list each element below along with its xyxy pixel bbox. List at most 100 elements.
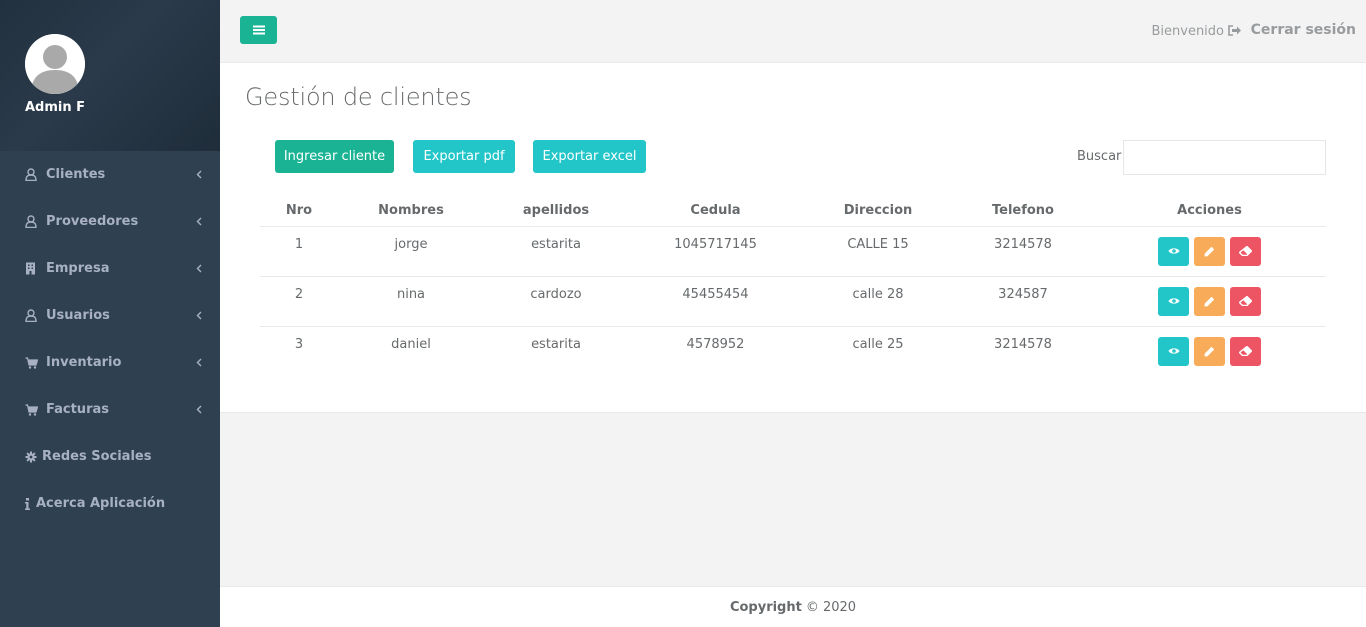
sidebar-item-label: Acerca Aplicación xyxy=(36,496,166,511)
sidebar-item-empresa[interactable]: Empresa xyxy=(0,245,220,292)
search-label: Buscar xyxy=(1077,149,1122,164)
sidebar: Admin F Clientes Proveedores Empresa Usu… xyxy=(0,0,220,627)
sidebar-item-usuarios[interactable]: Usuarios xyxy=(0,292,220,339)
delete-button[interactable] xyxy=(1230,286,1261,316)
chevron-left-icon xyxy=(192,264,202,273)
topbar: Bienvenido Cerrar sesión xyxy=(220,0,1366,63)
cell-acciones xyxy=(1093,326,1326,376)
eraser-icon xyxy=(1239,346,1252,356)
pencil-icon xyxy=(1204,346,1215,356)
cell-apellidos: estarita xyxy=(484,226,628,277)
cell-telefono: 324587 xyxy=(953,276,1093,327)
hamburger-icon xyxy=(252,25,265,35)
export-pdf-button[interactable]: Exportar pdf xyxy=(413,140,515,173)
column-header: Acciones xyxy=(1093,195,1326,227)
sidebar-item-inventario[interactable]: Inventario xyxy=(0,339,220,386)
avatar[interactable] xyxy=(25,34,85,94)
eye-icon xyxy=(1168,348,1179,354)
cell-nro: 3 xyxy=(294,336,304,352)
sidebar-item-acerca-aplicacion[interactable]: Acerca Aplicación xyxy=(0,480,220,527)
cell-nombres: nina xyxy=(338,276,484,327)
column-header[interactable]: Telefono xyxy=(953,195,1093,227)
sidebar-item-label: Redes Sociales xyxy=(42,449,152,464)
cell-apellidos: estarita xyxy=(531,336,581,352)
chevron-left-icon xyxy=(192,405,202,414)
edit-button[interactable] xyxy=(1194,286,1225,316)
user-icon xyxy=(25,309,41,322)
pencil-icon xyxy=(1204,246,1215,256)
sidebar-item-clientes[interactable]: Clientes xyxy=(0,151,220,198)
sidebar-item-label: Empresa xyxy=(46,261,110,276)
delete-button[interactable] xyxy=(1230,236,1261,266)
sidebar-item-label: Facturas xyxy=(46,402,109,417)
cell-cedula: 45455454 xyxy=(628,276,803,327)
cell-nombres: daniel xyxy=(391,336,431,352)
sidebar-item-proveedores[interactable]: Proveedores xyxy=(0,198,220,245)
column-header[interactable]: Nro xyxy=(260,195,338,227)
cell-cedula: 1045717145 xyxy=(628,226,803,277)
cell-direccion: CALLE 15 xyxy=(803,226,953,277)
info-icon xyxy=(25,497,33,510)
cell-direccion: calle 28 xyxy=(803,276,953,327)
sidebar-item-label: Clientes xyxy=(46,167,106,182)
cart-icon xyxy=(25,403,41,416)
edit-button[interactable] xyxy=(1194,336,1225,366)
export-excel-button[interactable]: Exportar excel xyxy=(533,140,646,173)
cell-apellidos: cardozo xyxy=(484,276,628,327)
cell-acciones xyxy=(1093,276,1326,327)
view-button[interactable] xyxy=(1158,336,1189,366)
edit-button[interactable] xyxy=(1194,236,1225,266)
add-client-button[interactable]: Ingresar cliente xyxy=(275,140,394,173)
cart-icon xyxy=(25,356,41,369)
chevron-left-icon xyxy=(192,358,202,367)
welcome-text: Bienvenido xyxy=(1151,24,1224,39)
sidebar-item-label: Proveedores xyxy=(46,214,139,229)
cell-direccion: calle 25 xyxy=(852,336,904,352)
column-header[interactable]: Cedula xyxy=(628,195,803,227)
search-input[interactable] xyxy=(1123,140,1326,175)
user-icon xyxy=(25,215,41,228)
cell-cedula: 4578952 xyxy=(686,336,745,352)
table-row: 2 nina cardozo 45455454 calle 28 324587 xyxy=(260,276,1326,327)
user-icon xyxy=(25,168,41,181)
menu-toggle-button[interactable] xyxy=(240,16,277,44)
logout-link[interactable]: Cerrar sesión xyxy=(1227,22,1356,38)
table-row: 3 daniel estarita 4578952 calle 25 32145… xyxy=(260,326,1326,376)
cell-telefono: 3214578 xyxy=(994,336,1052,352)
copyright-text: © 2020 xyxy=(805,599,857,615)
sign-out-icon xyxy=(1227,24,1242,36)
delete-button[interactable] xyxy=(1230,336,1261,366)
cell-nro: 2 xyxy=(260,276,338,327)
user-avatar-icon xyxy=(25,34,85,94)
eraser-icon xyxy=(1239,246,1252,256)
clients-table: Nro Nombres apellidos Cedula Direccion T… xyxy=(260,195,1326,376)
page-title: Gestión de clientes xyxy=(245,83,472,111)
logout-label: Cerrar sesión xyxy=(1250,22,1356,38)
cell-nombres: jorge xyxy=(338,226,484,277)
eye-icon xyxy=(1168,248,1179,254)
gear-icon xyxy=(25,451,38,463)
profile-name[interactable]: Admin F xyxy=(25,100,85,115)
pencil-icon xyxy=(1204,296,1215,306)
profile-panel: Admin F xyxy=(0,0,220,151)
chevron-left-icon xyxy=(192,311,202,320)
view-button[interactable] xyxy=(1158,236,1189,266)
column-header[interactable]: Direccion xyxy=(803,195,953,227)
sidebar-nav: Clientes Proveedores Empresa Usuarios In… xyxy=(0,151,220,527)
column-header[interactable]: Nombres xyxy=(338,195,484,227)
eye-icon xyxy=(1168,298,1179,304)
table-row: 1 jorge estarita 1045717145 CALLE 15 321… xyxy=(260,226,1326,277)
copyright-label: Copyright xyxy=(729,599,802,615)
eraser-icon xyxy=(1239,296,1252,306)
view-button[interactable] xyxy=(1158,286,1189,316)
column-header[interactable]: apellidos xyxy=(484,195,628,227)
sidebar-item-facturas[interactable]: Facturas xyxy=(0,386,220,433)
sidebar-item-label: Inventario xyxy=(46,355,122,370)
chevron-left-icon xyxy=(192,217,202,226)
cell-acciones xyxy=(1093,226,1326,277)
cell-telefono: 3214578 xyxy=(953,226,1093,277)
sidebar-item-redes-sociales[interactable]: Redes Sociales xyxy=(0,433,220,480)
chevron-left-icon xyxy=(192,170,202,179)
main-content: Gestión de clientes Ingresar cliente Exp… xyxy=(220,63,1366,413)
table-header-row: Nro Nombres apellidos Cedula Direccion T… xyxy=(260,195,1326,227)
